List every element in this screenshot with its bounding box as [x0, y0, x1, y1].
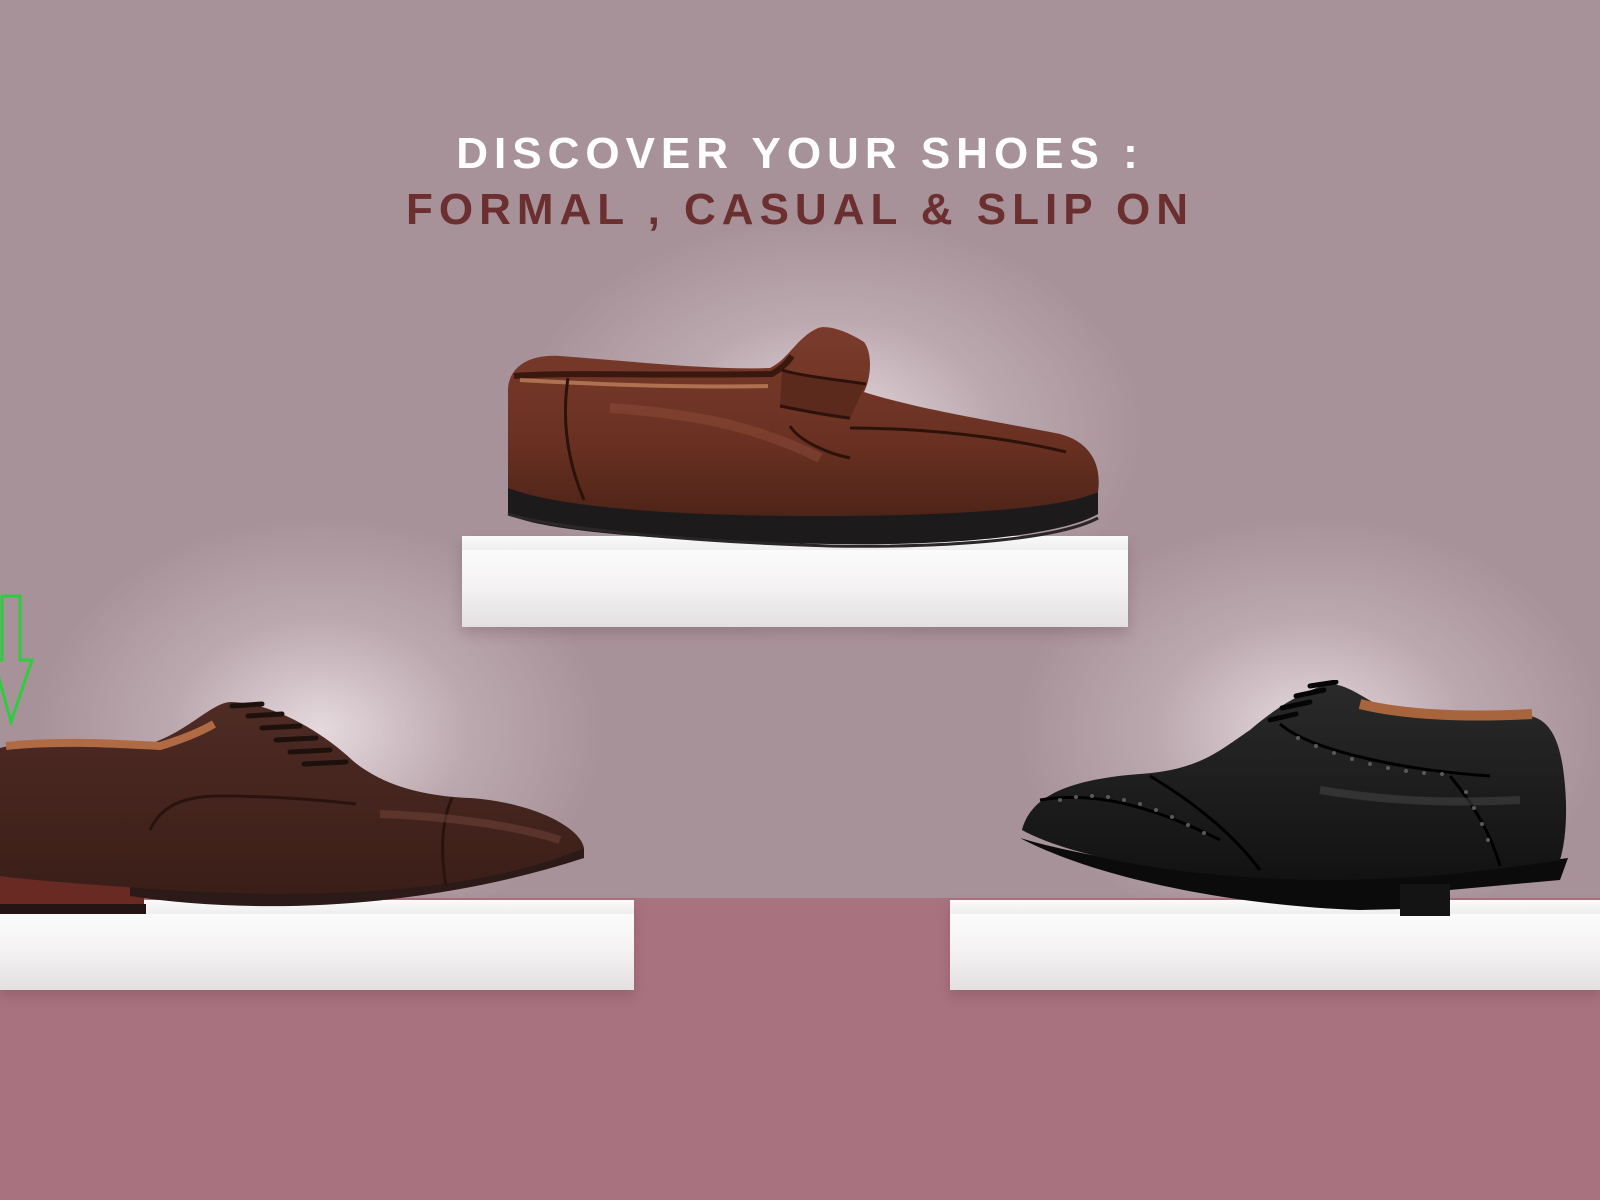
headline: DISCOVER YOUR SHOES : FORMAL , CASUAL & …: [0, 126, 1600, 238]
headline-line-1: DISCOVER YOUR SHOES :: [456, 129, 1144, 178]
product-image-oxford[interactable]: [0, 700, 590, 932]
headline-line-2: FORMAL , CASUAL & SLIP ON: [405, 185, 1195, 234]
product-image-brogue[interactable]: [1020, 680, 1580, 930]
banner-scene: DISCOVER YOUR SHOES : FORMAL , CASUAL & …: [0, 0, 1600, 1200]
arrow-down-icon: [0, 594, 34, 726]
product-image-loafer[interactable]: [500, 318, 1110, 568]
